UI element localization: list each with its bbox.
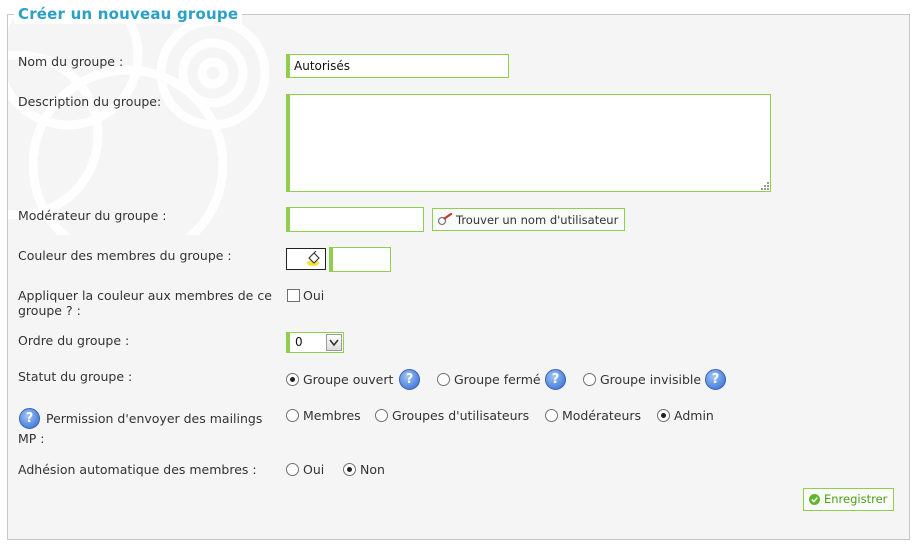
auto-join-radio-no[interactable] [343, 463, 356, 476]
status-radio-closed[interactable] [437, 373, 450, 386]
group-description-label: Description du groupe: [18, 94, 162, 109]
mailing-permission-label-line2: MP : [18, 431, 45, 446]
apply-color-label-line1: Appliquer la couleur aux membres de ce [18, 288, 272, 303]
help-icon[interactable]: ? [399, 369, 420, 390]
save-button-label: Enregistrer [824, 492, 888, 506]
auto-join-option-yes: Oui [303, 462, 325, 477]
find-user-button[interactable]: Trouver un nom d'utilisateur [432, 208, 625, 231]
group-status-label: Statut du groupe : [18, 369, 133, 384]
status-radio-open[interactable] [286, 373, 299, 386]
apply-color-option-label: Oui [303, 288, 325, 303]
auto-join-option-no: Non [360, 462, 385, 477]
auto-join-label: Adhésion automatique des membres : [18, 462, 257, 477]
color-picker-button[interactable] [286, 248, 326, 270]
group-name-label: Nom du groupe : [18, 54, 124, 69]
status-radio-invisible[interactable] [583, 373, 596, 386]
resize-grip-icon[interactable] [759, 180, 769, 190]
status-option-invisible: Groupe invisible [600, 372, 702, 387]
group-color-input[interactable] [329, 247, 391, 272]
group-name-input[interactable] [286, 54, 509, 78]
status-option-open: Groupe ouvert [303, 372, 394, 387]
group-description-wrapper [286, 94, 771, 192]
mailing-option-user-groups: Groupes d'utilisateurs [392, 408, 530, 423]
apply-color-label: Appliquer la couleur aux membres de ce g… [18, 288, 272, 318]
checkmark-icon [809, 494, 820, 505]
status-option-closed: Groupe fermé [454, 372, 541, 387]
mailing-radio-user-groups[interactable] [375, 409, 388, 422]
mailing-permission-label-line1: Permission d'envoyer des mailings [46, 411, 263, 426]
help-icon[interactable]: ? [705, 369, 726, 390]
mailing-option-moderators: Modérateurs [562, 408, 642, 423]
moderator-input[interactable] [286, 207, 424, 232]
help-icon[interactable]: ? [19, 408, 40, 429]
help-icon[interactable]: ? [545, 369, 566, 390]
group-order-value: 0 [295, 335, 303, 349]
apply-color-label-line2: groupe ? : [18, 303, 81, 318]
group-order-label: Ordre du groupe : [18, 333, 130, 348]
group-color-label: Couleur des membres du groupe : [18, 248, 232, 263]
group-order-select[interactable]: 0 [286, 332, 344, 353]
magnifier-icon [437, 213, 453, 226]
mailing-option-members: Membres [303, 408, 361, 423]
chevron-down-icon[interactable] [326, 334, 342, 351]
find-user-button-label: Trouver un nom d'utilisateur [456, 213, 619, 227]
mailing-radio-moderators[interactable] [545, 409, 558, 422]
form-title: Créer un nouveau groupe [14, 4, 243, 24]
save-button[interactable]: Enregistrer [803, 488, 894, 511]
auto-join-radio-yes[interactable] [286, 463, 299, 476]
apply-color-checkbox[interactable] [287, 289, 300, 302]
moderator-label: Modérateur du groupe : [18, 208, 167, 223]
mailing-option-admin: Admin [674, 408, 714, 423]
decorative-swirl-background [8, 15, 270, 235]
mailing-radio-admin[interactable] [657, 409, 670, 422]
group-description-textarea[interactable] [286, 94, 771, 192]
paint-bucket-icon [307, 250, 320, 266]
mailing-radio-members[interactable] [286, 409, 299, 422]
